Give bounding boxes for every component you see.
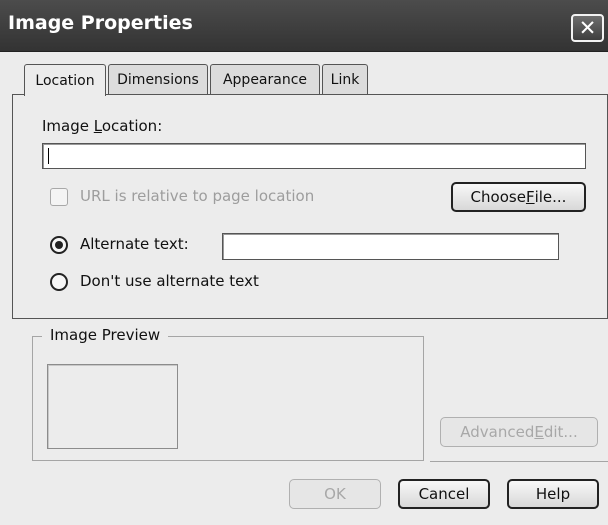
alternate-text-radio[interactable] (50, 236, 68, 254)
alternate-text-label: Alternate text: (80, 235, 189, 253)
window-title: Image Properties (8, 12, 193, 34)
close-icon: ✕ (578, 15, 597, 40)
image-location-label: Image Location: (42, 117, 163, 135)
image-preview-area (47, 364, 178, 449)
tab-dimensions[interactable]: Dimensions (108, 64, 208, 95)
tab-location-label: Location (35, 72, 95, 89)
no-alternate-text-label: Don't use alternate text (80, 272, 259, 290)
close-button[interactable]: ✕ (571, 14, 604, 42)
ok-button[interactable]: OK (289, 479, 381, 509)
cancel-button[interactable]: Cancel (398, 479, 490, 509)
tab-appearance-label: Appearance (222, 72, 308, 88)
text-caret (48, 148, 49, 164)
advanced-edit-button[interactable]: Advanced Edit... (440, 417, 598, 447)
image-location-input[interactable] (42, 143, 586, 169)
tab-link-label: Link (330, 72, 360, 88)
no-alternate-text-radio[interactable] (50, 273, 68, 291)
choose-file-button[interactable]: Choose File... (451, 182, 586, 212)
title-bar: Image Properties ✕ (0, 0, 608, 52)
url-relative-label: URL is relative to page location (80, 187, 315, 205)
tab-location[interactable]: Location (24, 64, 106, 96)
tab-dimensions-label: Dimensions (117, 72, 199, 88)
image-preview-legend: Image Preview (42, 326, 169, 344)
alternate-text-input[interactable] (222, 233, 559, 260)
tab-link[interactable]: Link (322, 64, 368, 95)
separator-line (430, 461, 608, 462)
tab-appearance[interactable]: Appearance (210, 64, 320, 95)
help-button[interactable]: Help (507, 479, 599, 509)
url-relative-checkbox[interactable] (50, 188, 68, 206)
